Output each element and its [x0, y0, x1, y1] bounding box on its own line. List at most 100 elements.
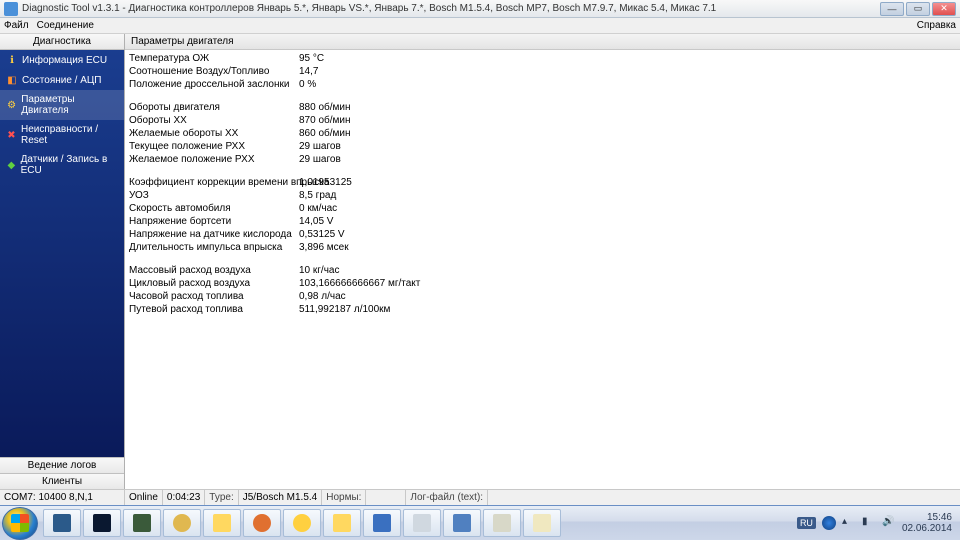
taskbar-app-2[interactable]: [123, 509, 161, 537]
param-value: 0,98 л/час: [299, 290, 956, 303]
menu-connection[interactable]: Соединение: [37, 20, 94, 31]
app-icon: [93, 514, 111, 532]
menu-help[interactable]: Справка: [917, 20, 956, 31]
status-type: J5/Bosch M1.5.4: [239, 490, 322, 505]
sidebar-bottom-1[interactable]: Клиенты: [0, 473, 124, 489]
sidebar-panel: ℹИнформация ECU◧Состояние / АЦП⚙Параметр…: [0, 50, 124, 457]
sidebar-icon: ℹ: [6, 54, 18, 66]
app-icon: [453, 514, 471, 532]
app-icon: [293, 514, 311, 532]
sidebar-item-0[interactable]: ℹИнформация ECU: [0, 50, 124, 70]
content-title: Параметры двигателя: [125, 34, 960, 50]
taskbar-app-3[interactable]: [163, 509, 201, 537]
param-row: Цикловый расход воздуха103,166666666667 …: [125, 277, 960, 290]
status-norms-label: Нормы:: [322, 490, 366, 505]
param-value: 1,01953125: [299, 176, 956, 189]
network-icon[interactable]: ▮: [862, 516, 876, 530]
window-title: Diagnostic Tool v1.3.1 - Диагностика кон…: [22, 3, 880, 14]
sidebar-item-2[interactable]: ⚙Параметры Двигателя: [0, 90, 124, 120]
param-label: Напряжение на датчике кислорода: [129, 228, 299, 241]
param-row: Длительность импульса впрыска3,896 мсек: [125, 241, 960, 254]
param-label: Желаемые обороты ХХ: [129, 127, 299, 140]
param-row: Часовой расход топлива0,98 л/час: [125, 290, 960, 303]
param-row: Напряжение на датчике кислорода0,53125 V: [125, 228, 960, 241]
param-row: Скорость автомобиля0 км/час: [125, 202, 960, 215]
action-center-icon[interactable]: [822, 516, 836, 530]
sidebar-icon: ◧: [6, 74, 18, 86]
menu-file[interactable]: Файл: [4, 20, 29, 31]
app-icon: [373, 514, 391, 532]
sidebar-item-label: Неисправности / Reset: [21, 124, 118, 146]
param-value: 511,992187 л/100км: [299, 303, 956, 316]
param-label: Путевой расход топлива: [129, 303, 299, 316]
close-button[interactable]: ✕: [932, 2, 956, 16]
menubar: Файл Соединение Справка: [0, 18, 960, 34]
app-icon: [4, 2, 18, 16]
param-label: Соотношение Воздух/Топливо: [129, 65, 299, 78]
sidebar-item-1[interactable]: ◧Состояние / АЦП: [0, 70, 124, 90]
statusbar: COM7: 10400 8,N,1 Online 0:04:23 Type: J…: [0, 489, 960, 505]
param-label: Напряжение бортсети: [129, 215, 299, 228]
content-body: Температура ОЖ95 °CСоотношение Воздух/То…: [125, 50, 960, 489]
param-value: 29 шагов: [299, 153, 956, 166]
param-row: Обороты ХХ870 об/мин: [125, 114, 960, 127]
status-log-label: Лог-файл (text):: [406, 490, 488, 505]
taskbar-app-0[interactable]: [43, 509, 81, 537]
param-label: Цикловый расход воздуха: [129, 277, 299, 290]
sidebar-item-label: Параметры Двигателя: [21, 94, 118, 116]
sidebar-item-3[interactable]: ✖Неисправности / Reset: [0, 120, 124, 150]
clock-date: 02.06.2014: [902, 523, 952, 534]
status-norms: [366, 490, 406, 505]
taskbar-app-9[interactable]: [403, 509, 441, 537]
param-value: 14,7: [299, 65, 956, 78]
taskbar-app-10[interactable]: [443, 509, 481, 537]
param-value: 95 °C: [299, 52, 956, 65]
param-label: Желаемое положение РХХ: [129, 153, 299, 166]
maximize-button[interactable]: ▭: [906, 2, 930, 16]
taskbar-app-11[interactable]: [483, 509, 521, 537]
tray-chevron-icon[interactable]: ▴: [842, 516, 856, 530]
taskbar: RU ▴ ▮ 🔊 15:46 02.06.2014: [0, 505, 960, 540]
taskbar-app-1[interactable]: [83, 509, 121, 537]
status-online: Online: [125, 490, 163, 505]
volume-icon[interactable]: 🔊: [882, 516, 896, 530]
param-label: Положение дроссельной заслонки: [129, 78, 299, 91]
taskbar-app-8[interactable]: [363, 509, 401, 537]
window-titlebar: Diagnostic Tool v1.3.1 - Диагностика кон…: [0, 0, 960, 18]
sidebar-header[interactable]: Диагностика: [0, 34, 124, 50]
window-buttons: — ▭ ✕: [880, 2, 956, 16]
minimize-button[interactable]: —: [880, 2, 904, 16]
windows-logo-icon: [11, 514, 29, 532]
param-row: Температура ОЖ95 °C: [125, 52, 960, 65]
clock[interactable]: 15:46 02.06.2014: [902, 512, 952, 534]
param-value: 29 шагов: [299, 140, 956, 153]
param-row: Обороты двигателя880 об/мин: [125, 101, 960, 114]
sidebar-item-4[interactable]: ◆Датчики / Запись в ECU: [0, 150, 124, 180]
param-value: 14,05 V: [299, 215, 956, 228]
param-value: 8,5 град: [299, 189, 956, 202]
content-panel: Параметры двигателя Температура ОЖ95 °CС…: [125, 34, 960, 489]
param-row: Соотношение Воздух/Топливо14,7: [125, 65, 960, 78]
taskbar-app-5[interactable]: [243, 509, 281, 537]
taskbar-app-4[interactable]: [203, 509, 241, 537]
param-label: Обороты ХХ: [129, 114, 299, 127]
param-label: Температура ОЖ: [129, 52, 299, 65]
param-value: 10 кг/час: [299, 264, 956, 277]
system-tray: RU ▴ ▮ 🔊 15:46 02.06.2014: [791, 512, 958, 534]
start-button[interactable]: [2, 507, 38, 540]
sidebar-icon: ◆: [6, 159, 17, 171]
status-time: 0:04:23: [163, 490, 205, 505]
param-row: Массовый расход воздуха10 кг/час: [125, 264, 960, 277]
taskbar-app-7[interactable]: [323, 509, 361, 537]
taskbar-app-12[interactable]: [523, 509, 561, 537]
app-icon: [413, 514, 431, 532]
sidebar-bottom-0[interactable]: Ведение логов: [0, 457, 124, 473]
param-row: УОЗ8,5 град: [125, 189, 960, 202]
param-value: 880 об/мин: [299, 101, 956, 114]
param-label: Массовый расход воздуха: [129, 264, 299, 277]
app-icon: [133, 514, 151, 532]
language-indicator[interactable]: RU: [797, 517, 816, 529]
taskbar-app-6[interactable]: [283, 509, 321, 537]
param-label: Коэффициент коррекции времени впрыска: [129, 176, 299, 189]
sidebar: Диагностика ℹИнформация ECU◧Состояние / …: [0, 34, 125, 489]
